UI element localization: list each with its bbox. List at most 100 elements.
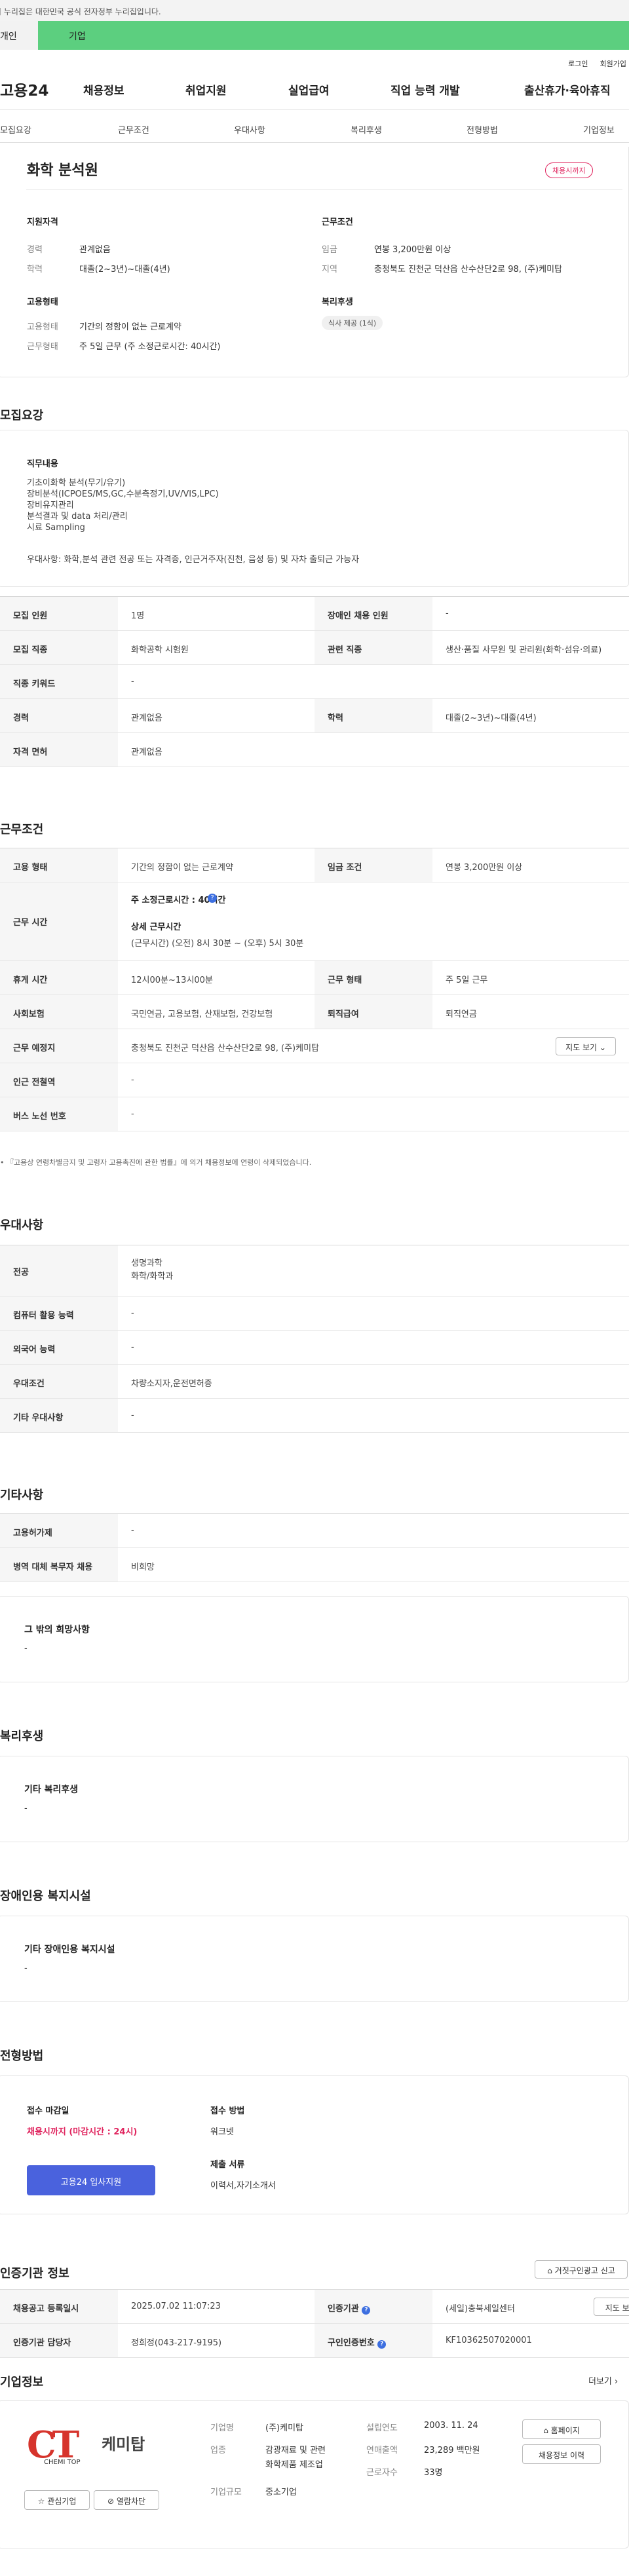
gnb-menu-training[interactable]: 직업 능력 개발 [391, 81, 460, 98]
career-label: 경력 [27, 245, 43, 255]
agency-section-title: 인증기관 정보 [0, 2267, 69, 2281]
emp-type-label: 고용형태 [27, 322, 58, 332]
table-row: 컴퓨터 활용 능력 - [0, 1297, 629, 1331]
cell-value: 12시00분~13시00분 [131, 975, 213, 985]
disabled-box-value: - [24, 1963, 28, 1973]
apply-button[interactable]: 고용24 입사지원 [27, 2165, 155, 2195]
table-row: 직종 키워드 - [0, 665, 629, 699]
gnb-menu-parental-leave[interactable]: 출산휴가·육아휴직 [524, 81, 611, 98]
table-row: 병역 대체 복무자 채용 비희망 [0, 1548, 629, 1582]
welfare-box: 기타 복리후생 - [0, 1756, 629, 1842]
favorite-company-button[interactable]: ☆ 관심기업 [24, 2490, 90, 2510]
cell-value: 정희정(043-217-9195) [131, 2338, 222, 2348]
table-row: 모집 직종 화학공학 시험원 관련 직종 생산·품질 사무원 및 관리원(화학·섬유… [0, 631, 629, 665]
tab-personal[interactable]: 개인 [0, 21, 38, 50]
cell-label: 외국어 능력 [0, 1331, 118, 1364]
gnb-menu-unemployment[interactable]: 실업급여 [288, 81, 330, 98]
cell-value: 연봉 3,200만원 이상 [446, 863, 523, 873]
duty-preference: 우대사항: 화학,분석 관련 전공 또는 자격증, 인근거주자(진천, 음성 등… [27, 555, 360, 565]
block-view-button[interactable]: ⊘ 열람차단 [94, 2490, 159, 2510]
subnav-process[interactable]: 전형방법 [467, 123, 498, 136]
founded-value: 2003. 11. 24 [424, 2421, 478, 2431]
info-icon[interactable]: ? [377, 2340, 387, 2349]
join-link[interactable]: 회원가입 [600, 60, 626, 68]
method-value: 워크넷 [210, 2127, 234, 2137]
table-row: 외국어 능력 - [0, 1331, 629, 1365]
job-summary-card: 화학 분석원 채용시까지 지원자격 경력 관계없음 학력 대졸(2~3년)~대졸… [0, 147, 629, 377]
report-false-ad-button[interactable]: ⌂ 거짓구인광고 신고 [535, 2260, 628, 2279]
etc-section-title: 기타사항 [0, 1488, 44, 1502]
cell-label: 학력 [314, 699, 432, 732]
cell-label: 병역 대체 복무자 채용 [0, 1548, 118, 1582]
wage-label: 임금 [322, 245, 337, 255]
size-label: 기업규모 [210, 2488, 242, 2497]
cell-label: 컴퓨터 활용 능력 [0, 1297, 118, 1330]
cell-label: 관련 직종 [314, 631, 432, 664]
subnav-preferences[interactable]: 우대사항 [234, 123, 265, 136]
cell-label: 기타 우대사항 [0, 1399, 118, 1432]
duty-box: 직무내용 기초이화학 분석(무기/유기) 장비분석(ICPOES/MS,GC,수… [0, 430, 629, 587]
cell-label: 버스 노선 번호 [0, 1097, 118, 1131]
info-icon[interactable]: ? [362, 2306, 371, 2315]
industry-value-2: 화학제품 제조업 [265, 2460, 323, 2470]
industry-label: 업종 [210, 2446, 226, 2455]
hours-main-row: 주 소정근로시간 : 40시간 [131, 893, 629, 905]
cell-value: (세일)충북세일센터 지도 보기 › [432, 2290, 629, 2323]
major-item: 화학/화학과 [131, 1272, 174, 1281]
subnav-welfare[interactable]: 복리후생 [351, 123, 382, 136]
cell-label: 채용공고 등록일시 [0, 2290, 118, 2323]
table-row: 전공 생명과학 화학/화학과 [0, 1245, 629, 1297]
deadline-badge: 채용시까지 [545, 162, 593, 178]
support-title: 지원자격 [27, 218, 58, 227]
recruit-section-title: 모집요강 [0, 409, 44, 423]
table-row: 버스 노선 번호 - [0, 1097, 629, 1131]
welfare-tag: 식사 제공 (1식) [322, 316, 383, 330]
process-section-title: 전형방법 [0, 2049, 44, 2063]
conditions-section-title: 근무조건 [0, 823, 44, 837]
login-link[interactable]: 로그인 [568, 60, 588, 68]
subnav-recruit[interactable]: 모집요강 [0, 123, 31, 136]
cell-value: 2025.07.02 11:07:23 [131, 2301, 221, 2311]
cell-value: 대졸(2~3년)~대졸(4년) [446, 713, 537, 723]
cell-value: - [131, 1109, 134, 1119]
company-more-link[interactable]: 더보기 › [588, 2374, 618, 2387]
cell-label: 근무 예정지 [0, 1029, 118, 1063]
recruit-table: 모집 인원 1명 장애인 채용 인원 - 모집 직종 화학공학 시험원 관련 직종 생산… [0, 596, 629, 767]
welfare-section-title: 복리후생 [0, 1730, 44, 1743]
other-wishes-title: 그 밖의 희망사항 [24, 1625, 90, 1635]
preferences-section-title: 우대사항 [0, 1219, 44, 1232]
logo-text: 케미탑 [102, 2435, 145, 2453]
gnb-menu-employment-support[interactable]: 취업지원 [185, 81, 227, 98]
major-item: 생명과학 [131, 1259, 162, 1268]
gnb-menu-jobs[interactable]: 채용정보 [83, 81, 124, 98]
subnav-conditions[interactable]: 근무조건 [118, 123, 149, 136]
deadline-label: 접수 마감일 [27, 2106, 69, 2116]
cell-value: - [131, 1526, 134, 1536]
block-label: 열람차단 [116, 2497, 146, 2506]
hours-cell: 주 소정근로시간 : 40시간 ? 상세 근무시간 (근무시간) (오전) 8시… [118, 882, 629, 960]
work-form-value: 주 5일 근무 (주 소정근로시간: 40시간) [79, 342, 221, 352]
duty-list: 기초이화학 분석(무기/유기) 장비분석(ICPOES/MS,GC,수분측정기,… [27, 478, 219, 533]
info-icon[interactable]: ? [208, 894, 217, 903]
cell-label: 자격 면허 [0, 733, 118, 767]
map-view-button[interactable]: 지도 보기 ⌄ [556, 1037, 616, 1055]
site-logo[interactable]: 고용24 [0, 78, 48, 100]
founded-label: 설립연도 [366, 2423, 398, 2433]
home-icon: ⌂ [547, 2266, 552, 2275]
name-value: (주)케미탑 [265, 2423, 303, 2433]
agency-map-button[interactable]: 지도 보기 › [594, 2298, 629, 2316]
company-logo: CT 케미탑 CHEMI TOP [24, 2419, 168, 2472]
edu-value: 대졸(2~3년)~대졸(4년) [79, 265, 170, 275]
auth-no-label: 구인인증번호 [328, 2338, 375, 2348]
deadline-value: 채용시까지 (마감시간 : 24시) [27, 2127, 138, 2137]
age-note: • 『고용상 연령차별금지 및 고령자 고용촉진에 관한 법률』에 의거 채용정… [0, 1158, 312, 1167]
cell-value: - [131, 677, 134, 687]
cell-value: - [446, 609, 449, 618]
tab-company[interactable]: 기업 [38, 21, 629, 50]
process-box: 접수 마감일 채용시까지 (마감시간 : 24시) 고용24 입사지원 접수 방… [0, 2075, 629, 2214]
history-button[interactable]: 채용정보 이력 [522, 2444, 601, 2464]
subnav-company[interactable]: 기업정보 [583, 123, 615, 136]
career-value: 관계없음 [79, 245, 111, 255]
homepage-button[interactable]: ⌂ 홈페이지 [522, 2419, 601, 2439]
cell-label: 인근 전철역 [0, 1063, 118, 1097]
